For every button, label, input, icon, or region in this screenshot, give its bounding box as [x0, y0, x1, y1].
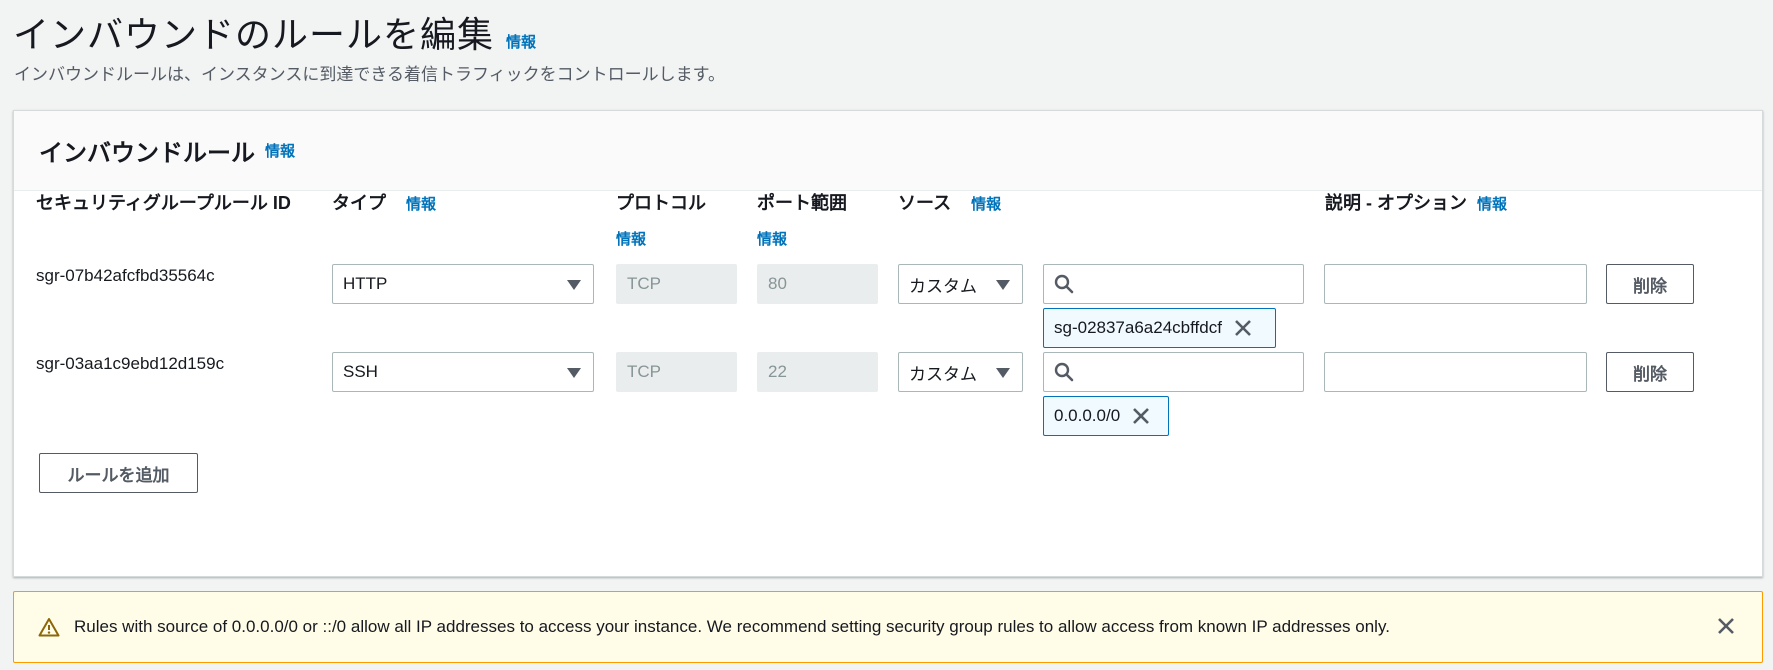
col-header-type: タイプ 情報: [332, 189, 436, 215]
panel-title: インバウンドルール: [39, 140, 255, 167]
warning-icon: [38, 617, 60, 637]
description-info-link[interactable]: 情報: [1477, 193, 1507, 214]
col-header-description: 説明 - オプション 情報: [1325, 189, 1507, 215]
delete-button[interactable]: 削除: [1606, 264, 1694, 304]
search-icon: [1054, 274, 1074, 294]
delete-button[interactable]: 削除: [1606, 352, 1694, 392]
page-description: インバウンドルールは、インスタンスに到達できる着信トラフィックをコントロールしま…: [14, 65, 725, 84]
remove-token-icon[interactable]: [1232, 317, 1254, 339]
col-source-label: ソース: [898, 193, 952, 213]
type-info-link[interactable]: 情報: [406, 193, 436, 214]
protocol-field: TCP: [616, 352, 737, 392]
type-select[interactable]: HTTP: [332, 264, 594, 304]
port-range-field: 80: [757, 264, 878, 304]
source-token: sg-02837a6a24cbffdcf: [1043, 308, 1276, 348]
source-token-label: sg-02837a6a24cbffdcf: [1054, 318, 1222, 337]
source-type-value: カスタム: [909, 276, 977, 296]
panel-info-link[interactable]: 情報: [265, 140, 295, 161]
inbound-rules-panel: インバウンドルール 情報 セキュリティグループルール ID タイプ 情報 プロト…: [13, 110, 1763, 577]
page-title: インバウンドのルールを編集: [13, 14, 495, 55]
col-header-rule-id: セキュリティグループルール ID: [36, 189, 291, 215]
page-info-link[interactable]: 情報: [506, 31, 536, 52]
caret-down-icon: [567, 368, 581, 378]
source-type-select[interactable]: カスタム: [898, 352, 1023, 392]
warning-text: Rules with source of 0.0.0.0/0 or ::/0 a…: [74, 617, 1390, 636]
col-port-range-label: ポート範囲: [757, 193, 847, 213]
panel-header: インバウンドルール 情報: [14, 111, 1762, 191]
source-token-label: 0.0.0.0/0: [1054, 406, 1121, 425]
col-type-label: タイプ: [332, 193, 386, 213]
port-range-field: 22: [757, 352, 878, 392]
source-info-link[interactable]: 情報: [971, 193, 1001, 214]
description-input[interactable]: [1324, 352, 1587, 392]
source-type-select[interactable]: カスタム: [898, 264, 1023, 304]
warning-alert: Rules with source of 0.0.0.0/0 or ::/0 a…: [13, 591, 1763, 663]
search-icon: [1054, 362, 1074, 382]
description-input[interactable]: [1324, 264, 1587, 304]
protocol-field: TCP: [616, 264, 737, 304]
col-header-port-range: ポート範囲: [757, 189, 847, 215]
col-protocol-label: プロトコル: [616, 193, 706, 213]
caret-down-icon: [996, 280, 1010, 290]
add-rule-button[interactable]: ルールを追加: [39, 453, 198, 493]
type-select-value: HTTP: [343, 274, 388, 293]
col-header-protocol: プロトコル: [616, 189, 706, 215]
type-select-value: SSH: [343, 362, 378, 381]
source-search-input[interactable]: [1043, 352, 1304, 392]
port-range-info-link[interactable]: 情報: [757, 228, 787, 249]
rule-id: sgr-07b42afcfbd35564c: [36, 266, 215, 285]
col-description-label: 説明 - オプション: [1325, 193, 1467, 213]
remove-token-icon[interactable]: [1130, 405, 1152, 427]
close-icon[interactable]: [1716, 616, 1736, 636]
source-search-input[interactable]: [1043, 264, 1304, 304]
col-header-source: ソース 情報: [898, 189, 1001, 215]
rule-id: sgr-03aa1c9ebd12d159c: [36, 354, 225, 373]
source-token: 0.0.0.0/0: [1043, 396, 1169, 436]
caret-down-icon: [996, 368, 1010, 378]
page-header: インバウンドのルールを編集 情報: [13, 6, 536, 58]
type-select[interactable]: SSH: [332, 352, 594, 392]
col-rule-id-label: セキュリティグループルール ID: [36, 193, 291, 213]
source-type-value: カスタム: [909, 364, 977, 384]
protocol-info-link[interactable]: 情報: [616, 228, 646, 249]
caret-down-icon: [567, 280, 581, 290]
